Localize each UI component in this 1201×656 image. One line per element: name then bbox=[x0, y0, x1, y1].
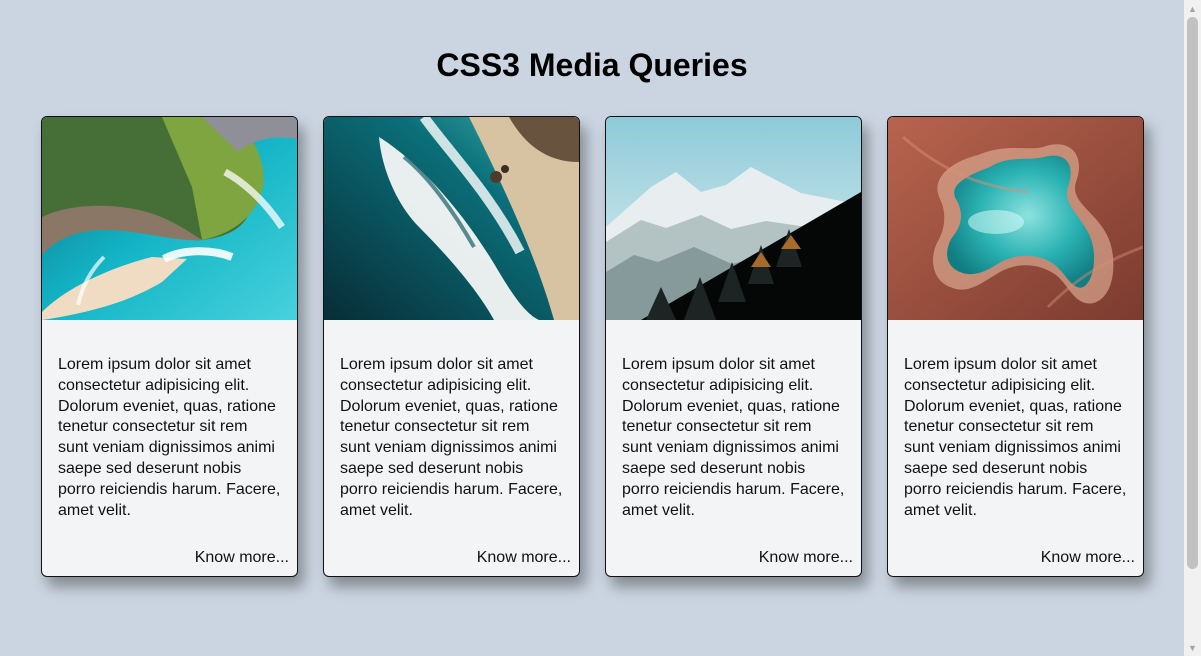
vertical-scrollbar[interactable]: ▲ ▼ bbox=[1184, 0, 1201, 656]
card-description: Lorem ipsum dolor sit amet consectetur a… bbox=[340, 356, 563, 519]
card-description: Lorem ipsum dolor sit amet consectetur a… bbox=[58, 356, 281, 519]
page: CSS3 Media Queries Lorem ipsum dolor sit… bbox=[0, 0, 1184, 656]
scroll-down-arrow-icon[interactable]: ▼ bbox=[1184, 639, 1201, 656]
know-more-link[interactable]: Know more... bbox=[195, 548, 289, 568]
know-more-link[interactable]: Know more... bbox=[759, 548, 853, 568]
ocean-shore-image bbox=[324, 117, 579, 320]
card-grid: Lorem ipsum dolor sit amet consectetur a… bbox=[41, 116, 1144, 577]
card-1: Lorem ipsum dolor sit amet consectetur a… bbox=[41, 116, 298, 577]
page-title: CSS3 Media Queries bbox=[436, 47, 748, 83]
know-more-link[interactable]: Know more... bbox=[1041, 548, 1135, 568]
card-3: Lorem ipsum dolor sit amet consectetur a… bbox=[605, 116, 862, 577]
scrollbar-thumb[interactable] bbox=[1187, 17, 1198, 569]
scroll-up-arrow-icon[interactable]: ▲ bbox=[1184, 0, 1201, 17]
card-2: Lorem ipsum dolor sit amet consectetur a… bbox=[323, 116, 580, 577]
mountain-forest-image bbox=[606, 117, 861, 320]
know-more-link[interactable]: Know more... bbox=[477, 548, 571, 568]
card-description: Lorem ipsum dolor sit amet consectetur a… bbox=[622, 356, 845, 519]
card-4: Lorem ipsum dolor sit amet consectetur a… bbox=[887, 116, 1144, 577]
cliff-beach-image bbox=[42, 117, 297, 320]
desert-lake-image bbox=[888, 117, 1143, 320]
card-description: Lorem ipsum dolor sit amet consectetur a… bbox=[904, 356, 1127, 519]
